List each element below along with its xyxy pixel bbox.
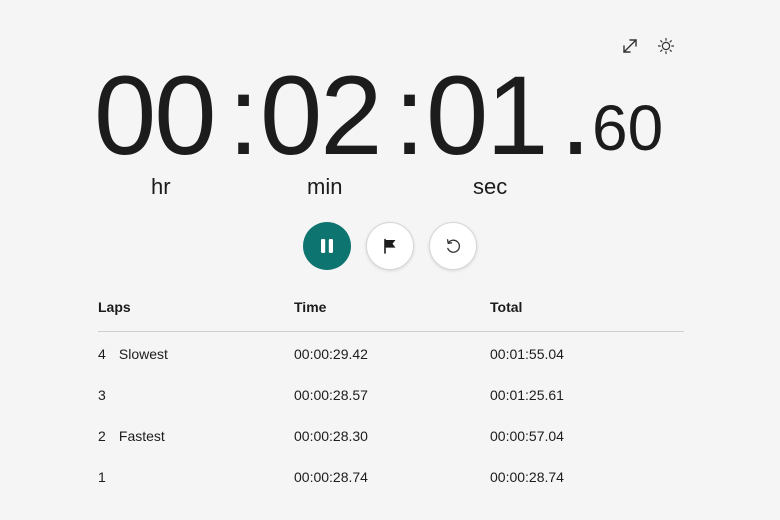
reset-icon xyxy=(446,239,461,253)
colon-separator: : xyxy=(228,53,260,178)
lap-time: 00:00:28.57 xyxy=(294,386,368,403)
seconds-display: 01 xyxy=(426,53,549,178)
laps-table-header: Laps Time Total xyxy=(98,292,684,332)
lap-tag-slowest: Slowest xyxy=(118,345,168,362)
unit-label-min: min xyxy=(307,174,343,199)
stopwatch-controls xyxy=(303,222,477,270)
laps-table: Laps Time Total 4 Slowest 00:00:29.42 00… xyxy=(98,292,684,497)
lap-total: 00:00:57.04 xyxy=(490,427,564,444)
header-total: Total xyxy=(490,299,523,315)
lap-button[interactable] xyxy=(366,222,414,270)
lap-cell: 3 xyxy=(98,387,294,403)
lap-total: 00:01:25.61 xyxy=(490,386,564,403)
lap-cell: 4 Slowest xyxy=(98,346,294,362)
lap-cell: 2 Fastest xyxy=(98,428,294,444)
header-laps: Laps xyxy=(98,299,131,315)
lap-tag-fastest: Fastest xyxy=(118,427,165,444)
lap-time: 00:00:29.42 xyxy=(294,345,368,362)
colon-separator: : xyxy=(394,53,426,178)
lap-total: 00:01:55.04 xyxy=(490,345,564,362)
lap-number: 4 xyxy=(98,345,106,362)
lap-number: 3 xyxy=(98,386,106,403)
lap-row: 1 00:00:28.74 00:00:28.74 xyxy=(98,456,684,497)
stopwatch-display: 00 : 02 : 01 . 60 xyxy=(94,56,704,176)
flag-icon xyxy=(384,238,396,254)
unit-label-sec: sec xyxy=(473,174,508,199)
minutes-display: 02 xyxy=(260,53,383,178)
decimal-separator: . xyxy=(560,53,592,178)
unit-label-hr: hr xyxy=(151,174,171,199)
top-toolbar xyxy=(620,36,676,56)
pause-icon xyxy=(321,239,333,253)
lap-row: 2 Fastest 00:00:28.30 00:00:57.04 xyxy=(98,415,684,456)
lap-number: 1 xyxy=(98,468,106,485)
expand-icon[interactable] xyxy=(620,36,640,56)
lap-row: 4 Slowest 00:00:29.42 00:01:55.04 xyxy=(98,333,684,374)
lap-total: 00:00:28.74 xyxy=(490,468,564,485)
sun-icon[interactable] xyxy=(656,36,676,56)
lap-number: 2 xyxy=(98,427,106,444)
lap-time: 00:00:28.74 xyxy=(294,468,368,485)
reset-button[interactable] xyxy=(429,222,477,270)
lap-row: 3 00:00:28.57 00:01:25.61 xyxy=(98,374,684,415)
hours-display: 00 xyxy=(94,53,217,178)
lap-time: 00:00:28.30 xyxy=(294,427,368,444)
centiseconds-display: 60 xyxy=(592,92,664,164)
header-time: Time xyxy=(294,299,327,315)
pause-button[interactable] xyxy=(303,222,351,270)
lap-cell: 1 xyxy=(98,469,294,485)
